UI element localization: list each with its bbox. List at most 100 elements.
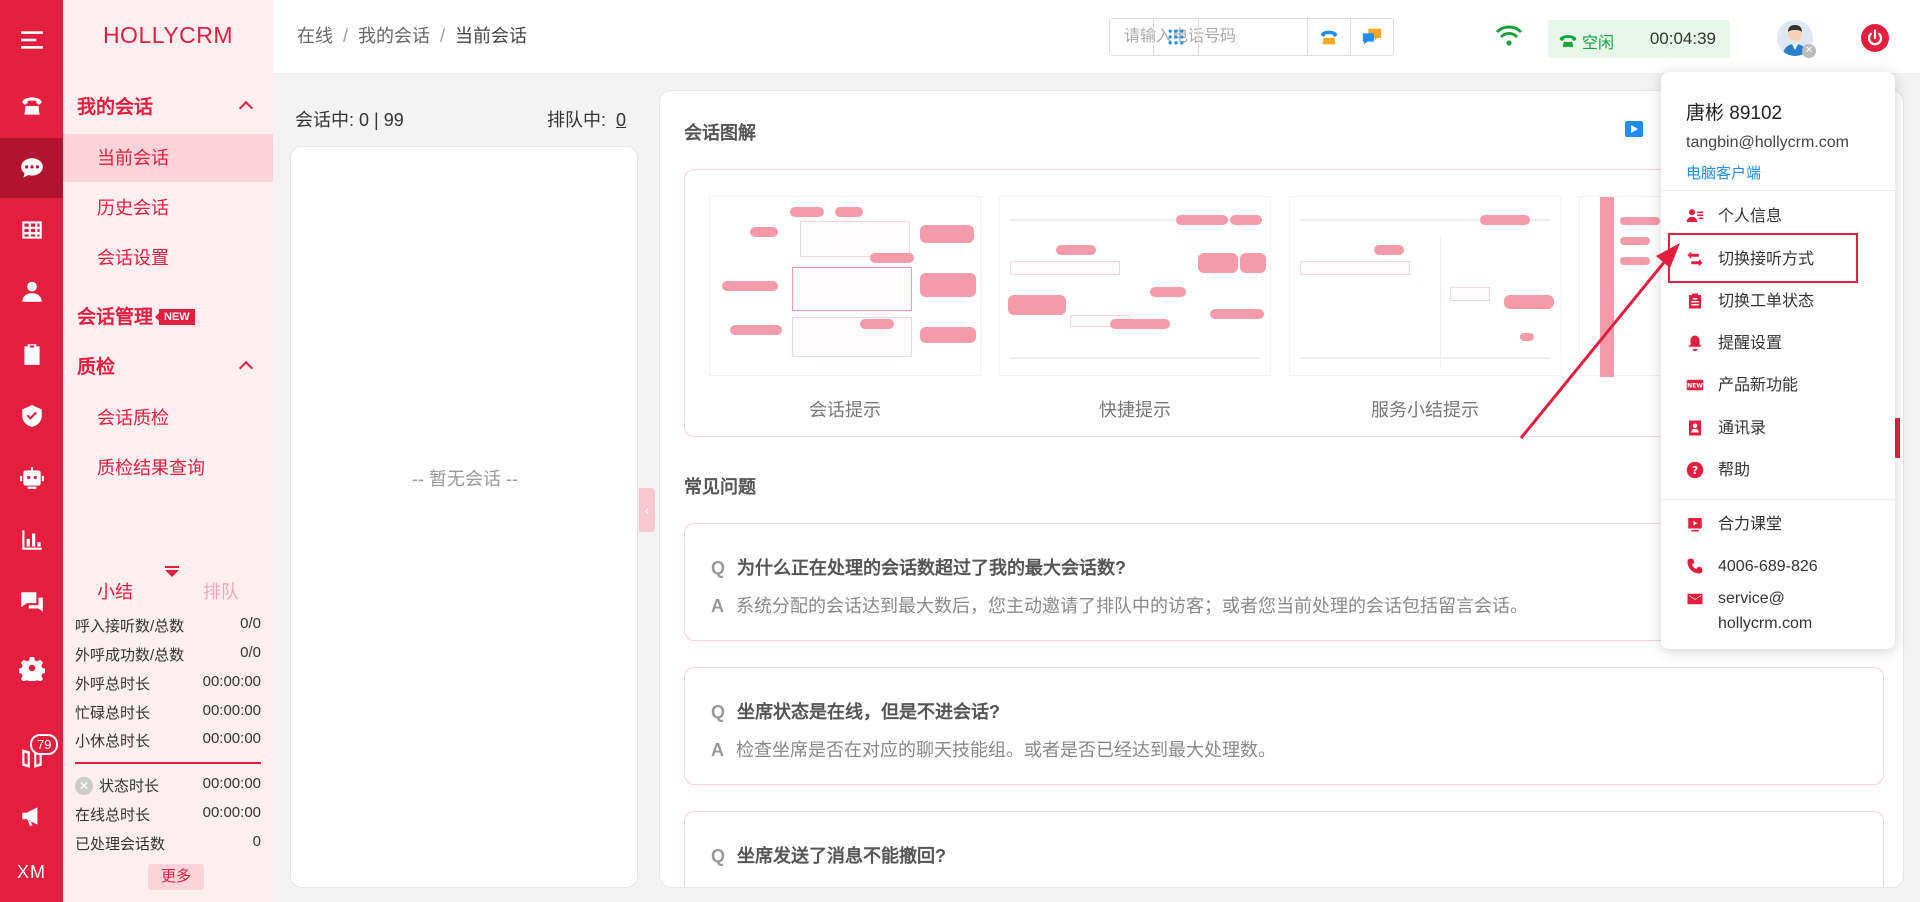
divider [75, 762, 261, 764]
sidebar-group-session-management[interactable]: 会话管理 NEW [77, 302, 195, 329]
breadcrumb: 在线 / 我的会话 / 当前会话 [297, 26, 528, 46]
chevron-up-icon[interactable] [238, 100, 254, 116]
menu-item-new-features[interactable]: NEW 产品新功能 [1686, 370, 1876, 400]
notification-badge: 79 [30, 734, 59, 755]
dial-button[interactable] [1307, 18, 1351, 56]
more-button[interactable]: 更多 [148, 864, 204, 890]
table-icon[interactable] [0, 200, 63, 260]
apps-button[interactable] [1153, 18, 1199, 56]
sidebar-item-current-session[interactable]: 当前会话 [63, 134, 273, 182]
logo: HOLLYCRM [102, 22, 234, 48]
highlight-box [1668, 233, 1858, 283]
empty-state: -- 暂无会话 -- [412, 469, 518, 489]
client-link[interactable]: 电脑客户端 [1686, 162, 1761, 183]
session-list: -- 暂无会话 -- [290, 146, 638, 888]
collapse-handle[interactable]: ‹ [639, 488, 655, 532]
sidebar-item-session-settings[interactable]: 会话设置 [63, 234, 273, 282]
chat-bubble-icon [1362, 28, 1382, 45]
stat-row: 外呼总时长 00:00:00 [75, 673, 261, 693]
sidebar-group-quality[interactable]: 质检 [77, 352, 115, 379]
menu-item-reminders[interactable]: 提醒设置 [1686, 328, 1876, 358]
breadcrumb-item[interactable]: 在线 [297, 26, 333, 46]
stat-row: 呼入接听数/总数 0/0 [75, 615, 261, 635]
menu-item-ticket-status[interactable]: 切换工单状态 [1686, 286, 1876, 316]
phone-input-box [1109, 18, 1329, 56]
sidebar: HOLLYCRM 我的会话 当前会话 历史会话 会话设置 会话管理 NEW 质检 … [63, 0, 273, 902]
faq-item[interactable]: Q 坐席状态是在线，但是不进会话? A 检查坐席是否在对应的聊天技能组。或者是否已经… [684, 667, 1884, 785]
status-timer: 00:04:39 [1649, 29, 1716, 48]
faq-title: 常见问题 [684, 477, 756, 497]
user-email: tangbin@hollycrm.com [1686, 134, 1849, 151]
book-icon[interactable]: 79 [0, 728, 63, 788]
active-tab-indicator [165, 566, 179, 577]
menu-item-email[interactable]: service@ hollycrm.com [1686, 586, 1876, 640]
card-label: 会话提示 [809, 400, 881, 420]
mail-icon [1687, 593, 1703, 605]
stat-row: 已处理会话数 0 [75, 833, 261, 853]
user-dropdown: 唐彬 89102 tangbin@hollycrm.com 电脑客户端 个人信息… [1661, 72, 1895, 649]
stat-row: 忙碌总时长 00:00:00 [75, 702, 261, 722]
robot-icon[interactable] [0, 448, 63, 508]
wifi-icon [1495, 25, 1523, 46]
power-button[interactable] [1861, 24, 1889, 52]
sidebar-item-qc-results[interactable]: 质检结果查询 [63, 444, 273, 492]
card-label: 快捷提示 [1099, 400, 1171, 420]
agent-status[interactable]: 空闲 00:04:39 [1548, 20, 1730, 58]
user-name: 唐彬 89102 [1686, 103, 1783, 124]
tab-queue[interactable]: 排队 [203, 578, 239, 604]
grid-icon [1168, 29, 1184, 45]
clipboard-icon [1689, 293, 1701, 309]
chevron-up-icon[interactable] [238, 360, 254, 376]
stat-row: ✕ 状态时长 00:00:00 [75, 775, 261, 796]
new-badge: NEW [155, 309, 195, 325]
shield-icon[interactable] [0, 386, 63, 446]
sidebar-item-session-history[interactable]: 历史会话 [63, 184, 273, 232]
card-service-summary[interactable] [1289, 196, 1561, 376]
phone-icon [1687, 558, 1703, 574]
divider [1661, 499, 1895, 500]
play-icon[interactable] [1625, 121, 1643, 137]
phone-status-icon [1559, 35, 1577, 47]
xm-button[interactable]: XM [0, 842, 63, 902]
bar-chart-icon[interactable] [0, 510, 63, 570]
phone-icon[interactable] [0, 76, 63, 136]
sidebar-group-label: 会话管理 [77, 307, 154, 328]
svg-text:?: ? [1692, 465, 1698, 477]
gear-icon[interactable] [0, 638, 63, 698]
avatar-close-icon[interactable]: ✕ [1802, 44, 1816, 58]
in-session-count: 会话中: 0 | 99 [295, 110, 404, 130]
phone-dial-icon [1320, 30, 1338, 45]
help-icon: ? [1686, 461, 1704, 479]
divider [1661, 190, 1895, 191]
svg-text:NEW: NEW [1687, 383, 1703, 390]
card-quick-tips[interactable] [999, 196, 1271, 376]
menu-item-phone[interactable]: 4006-689-826 [1686, 546, 1876, 586]
user-icon[interactable] [0, 262, 63, 322]
tab-summary[interactable]: 小结 [97, 578, 133, 604]
icon-rail: 79 XM [0, 0, 63, 902]
menu-item-contacts[interactable]: 通讯录 [1686, 413, 1876, 443]
stat-row: 外呼成功数/总数 0/0 [75, 644, 261, 664]
card-session-tips[interactable] [709, 196, 981, 376]
phone-input[interactable] [1110, 19, 1310, 55]
stat-row: 在线总时长 00:00:00 [75, 804, 261, 824]
new-tag-icon: NEW [1686, 379, 1704, 391]
id-card-icon [1686, 209, 1704, 222]
illustration-title: 会话图解 [684, 123, 756, 143]
bell-icon [1688, 335, 1702, 352]
clipboard-icon[interactable] [0, 324, 63, 384]
menu-item-classroom[interactable]: 合力课堂 [1686, 504, 1876, 544]
messages-icon[interactable] [0, 572, 63, 632]
menu-icon[interactable] [0, 10, 63, 70]
faq-item[interactable]: Q 坐席发送了消息不能撤回? [684, 811, 1884, 887]
menu-item-profile[interactable]: 个人信息 [1686, 201, 1876, 231]
sidebar-item-session-qc[interactable]: 会话质检 [63, 394, 273, 442]
status-text: 空闲 [1582, 35, 1615, 52]
message-button[interactable] [1350, 18, 1394, 56]
breadcrumb-item[interactable]: 我的会话 [358, 26, 430, 46]
chat-icon[interactable] [0, 138, 63, 198]
megaphone-icon[interactable] [0, 786, 63, 846]
menu-item-help[interactable]: ? 帮助 [1686, 455, 1876, 485]
sidebar-group-my-sessions[interactable]: 我的会话 [77, 92, 153, 119]
close-icon[interactable]: ✕ [75, 776, 93, 795]
